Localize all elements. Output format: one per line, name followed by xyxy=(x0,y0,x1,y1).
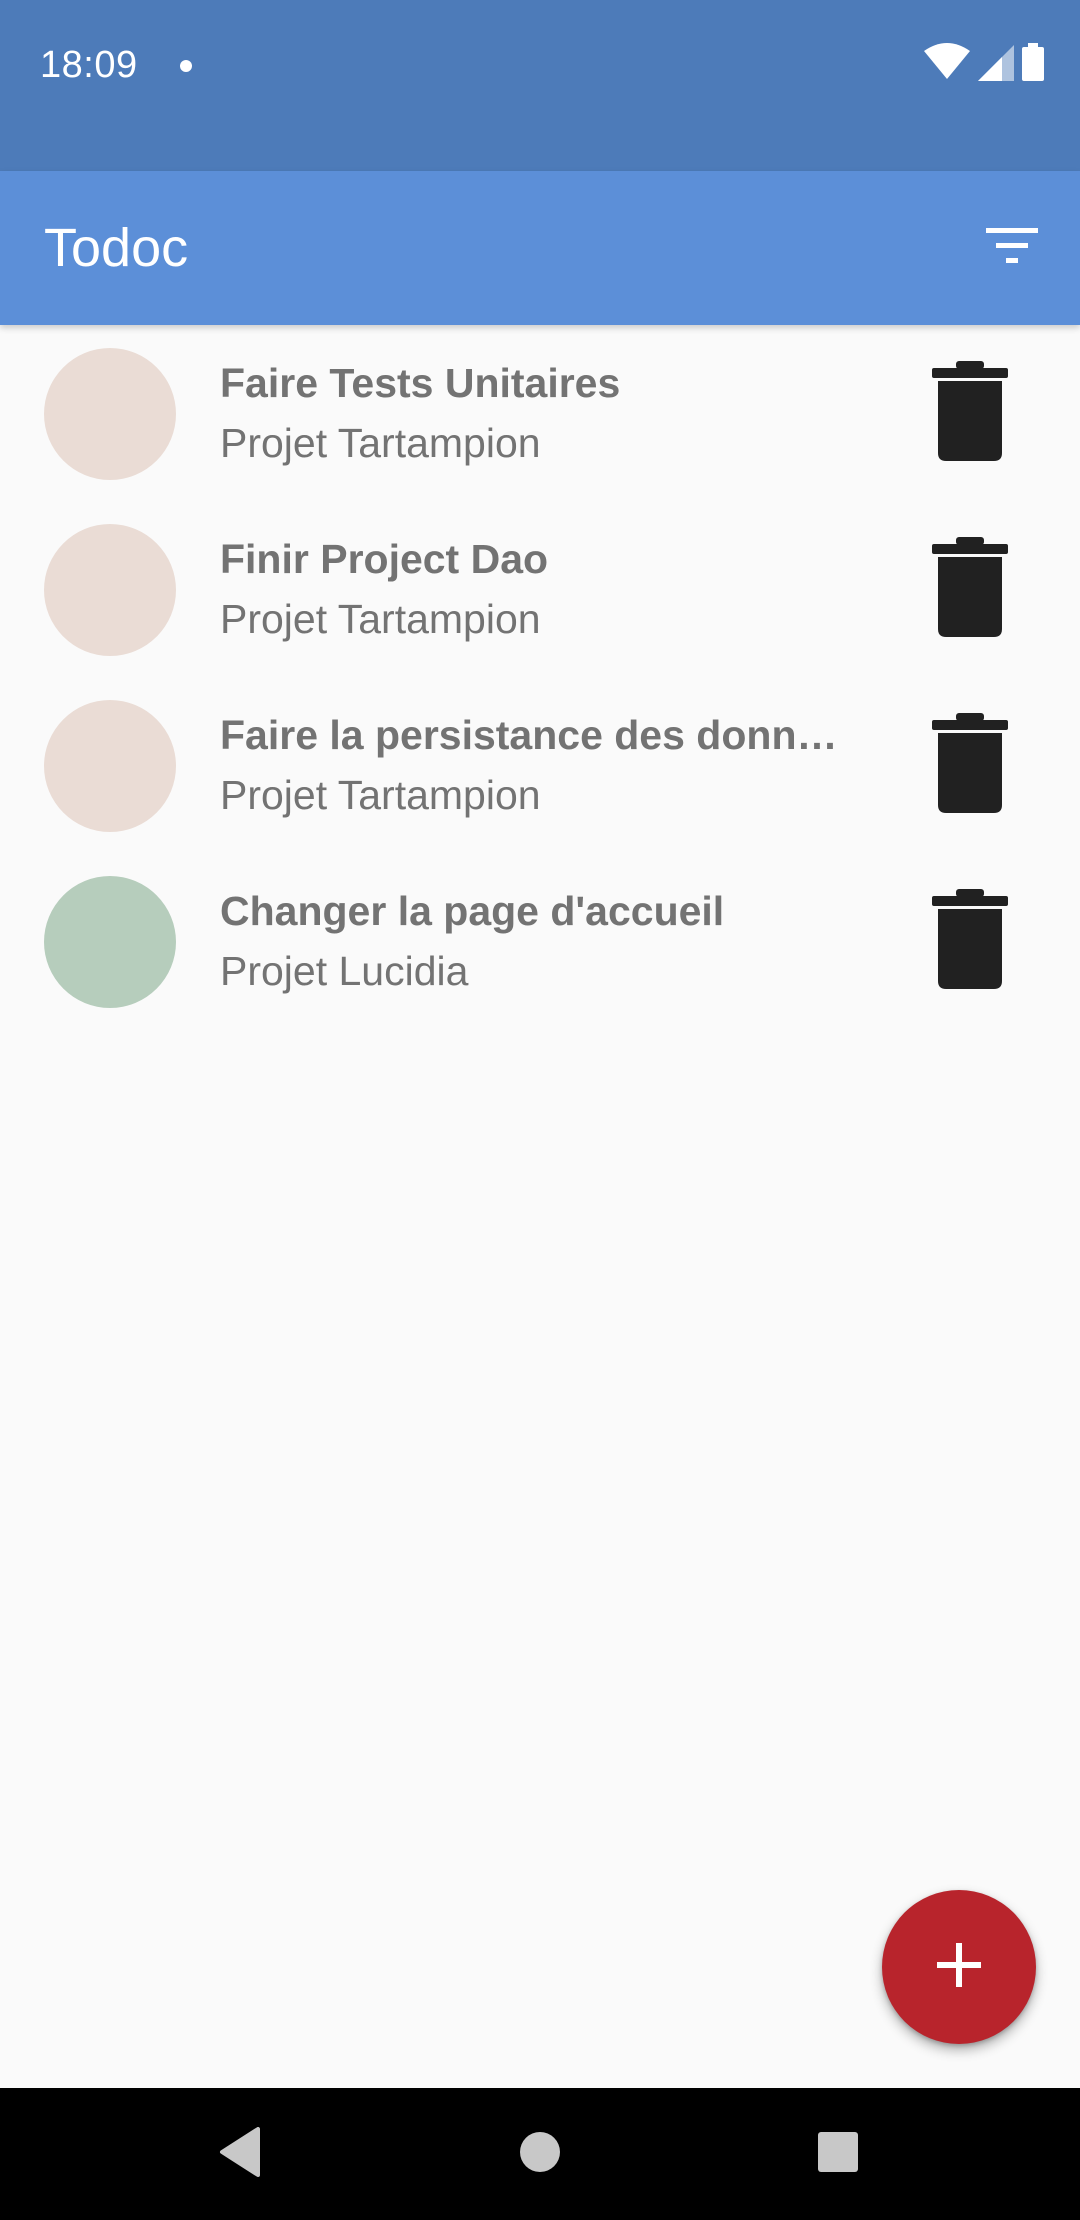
status-icons xyxy=(924,43,1044,86)
task-project: Projet Tartampion xyxy=(220,772,541,818)
trash-icon xyxy=(932,360,1008,466)
delete-task-button[interactable] xyxy=(922,536,1018,642)
task-name: Finir Project Dao xyxy=(220,536,549,582)
task-item[interactable]: Faire Tests Unitaires Projet Tartampion xyxy=(0,325,1080,501)
home-icon xyxy=(519,2131,561,2178)
app-title: Todoc xyxy=(44,218,189,278)
battery-icon xyxy=(1022,43,1044,86)
task-name: Faire la persistance des donn… xyxy=(220,712,838,758)
status-bar: 18:09 xyxy=(0,0,1080,171)
project-color-indicator xyxy=(44,700,176,832)
app-bar: Todoc xyxy=(0,171,1080,325)
navigation-bar xyxy=(0,2088,1080,2220)
task-name: Faire Tests Unitaires xyxy=(220,360,621,406)
delete-task-button[interactable] xyxy=(922,360,1018,466)
wifi-icon xyxy=(924,43,970,86)
recents-button[interactable] xyxy=(798,2114,878,2194)
plus-icon xyxy=(937,1942,981,1992)
notification-dot-icon xyxy=(180,60,192,72)
task-item[interactable]: Faire la persistance des donn… Projet Ta… xyxy=(0,677,1080,853)
task-item[interactable]: Changer la page d'accueil Projet Lucidia xyxy=(0,853,1080,1029)
task-project: Projet Tartampion xyxy=(220,420,541,466)
delete-task-button[interactable] xyxy=(922,712,1018,818)
task-list: Faire Tests Unitaires Projet Tartampion … xyxy=(0,325,1080,1029)
task-item[interactable]: Finir Project Dao Projet Tartampion xyxy=(0,501,1080,677)
recents-icon xyxy=(817,2131,859,2178)
project-color-indicator xyxy=(44,348,176,480)
task-name: Changer la page d'accueil xyxy=(220,888,725,934)
trash-icon xyxy=(932,712,1008,818)
todoc-screen: 18:09 Todoc Faire Tests Unitaires Projet… xyxy=(0,0,1080,2220)
project-color-indicator xyxy=(44,524,176,656)
delete-task-button[interactable] xyxy=(922,888,1018,994)
task-project: Projet Lucidia xyxy=(220,948,469,994)
back-icon xyxy=(218,2126,262,2182)
task-project: Projet Tartampion xyxy=(220,596,541,642)
add-task-button[interactable] xyxy=(882,1890,1036,2044)
filter-icon xyxy=(986,227,1038,269)
filter-button[interactable] xyxy=(972,208,1052,288)
home-button[interactable] xyxy=(500,2114,580,2194)
status-time: 18:09 xyxy=(40,44,138,86)
back-button[interactable] xyxy=(200,2114,280,2194)
trash-icon xyxy=(932,888,1008,994)
trash-icon xyxy=(932,536,1008,642)
project-color-indicator xyxy=(44,876,176,1008)
signal-icon xyxy=(978,45,1014,86)
